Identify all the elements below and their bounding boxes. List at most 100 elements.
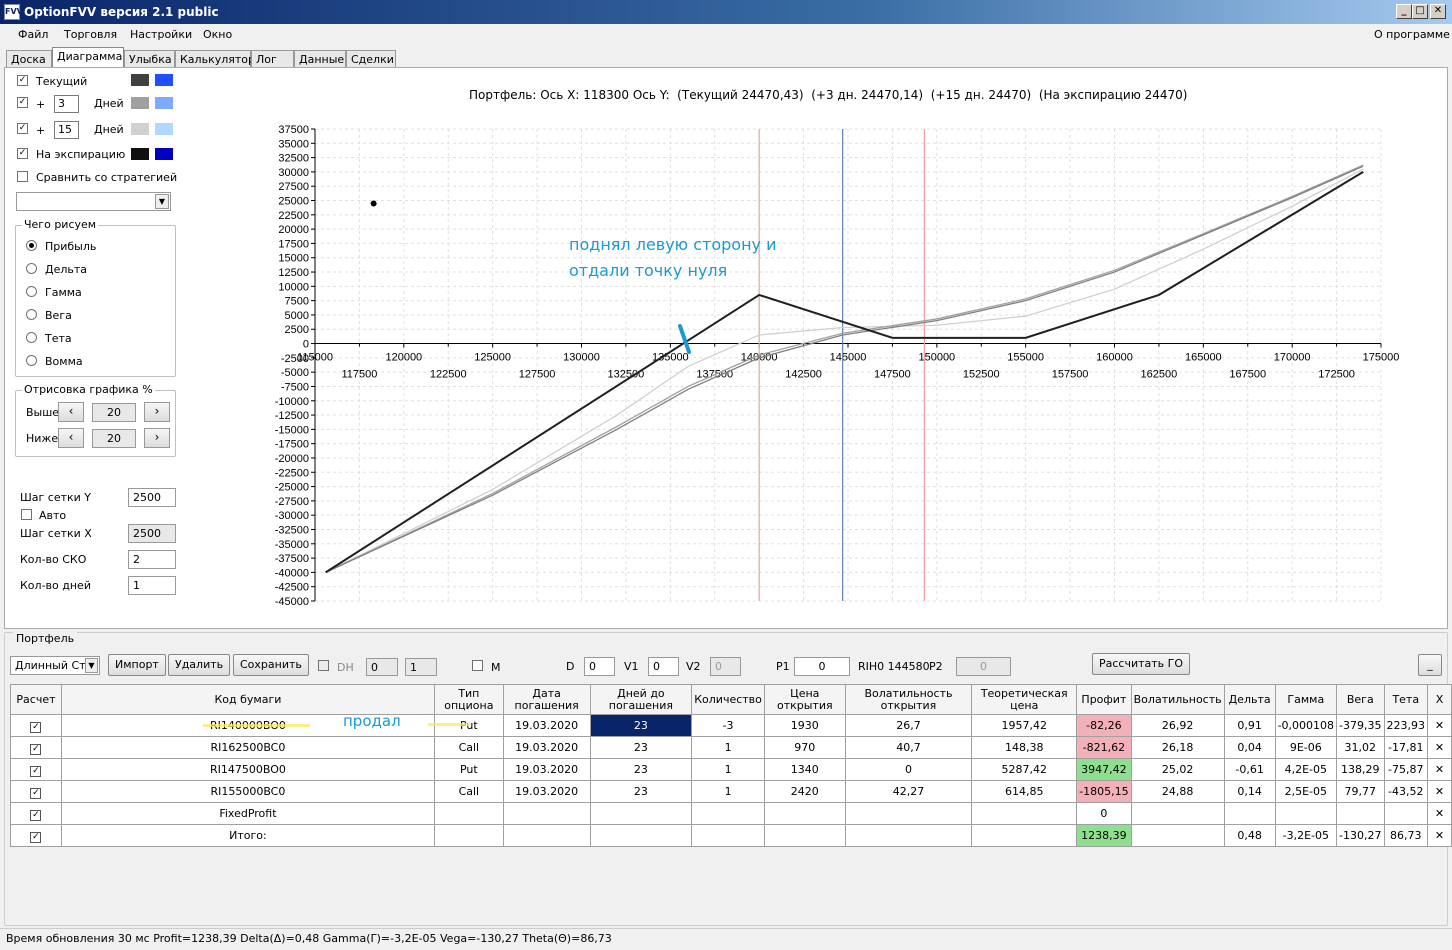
cell-vega[interactable]: 138,29 bbox=[1336, 758, 1385, 781]
cell-price[interactable] bbox=[763, 824, 846, 847]
cell-delta[interactable]: 0,14 bbox=[1223, 780, 1276, 803]
cell-profit[interactable]: 1238,39 bbox=[1076, 824, 1132, 847]
cell-theo[interactable] bbox=[971, 802, 1078, 825]
cell-vol-open[interactable]: 42,27 bbox=[844, 780, 973, 803]
col-date[interactable]: Дата погашения bbox=[502, 684, 591, 715]
row-calc-checkbox[interactable]: ✓ bbox=[10, 714, 62, 737]
cell-type[interactable]: Call bbox=[433, 780, 504, 803]
d-input[interactable]: 0 bbox=[584, 657, 615, 676]
cell-vega[interactable] bbox=[1336, 802, 1385, 825]
cell-price[interactable] bbox=[763, 802, 846, 825]
cell-qty[interactable] bbox=[691, 824, 765, 847]
col-gamma[interactable]: Гамма bbox=[1274, 684, 1338, 715]
minimize-icon[interactable]: _ bbox=[1396, 4, 1412, 19]
menu-window[interactable]: Окно bbox=[203, 28, 232, 41]
table-row[interactable]: ✓ FixedProfit 0 ✕ bbox=[10, 802, 1452, 825]
cell-vol[interactable]: 24,88 bbox=[1130, 780, 1225, 803]
cell-date[interactable] bbox=[502, 824, 591, 847]
cell-code[interactable]: RI155000BC0 bbox=[60, 780, 435, 803]
cell-theta[interactable]: -75,87 bbox=[1383, 758, 1429, 781]
cell-days[interactable]: 23 bbox=[589, 780, 693, 803]
dh-spin-1[interactable]: 0 bbox=[366, 658, 398, 676]
cell-date[interactable]: 19.03.2020 bbox=[502, 736, 591, 759]
menu-file[interactable]: Файл bbox=[18, 28, 48, 41]
row-calc-checkbox[interactable]: ✓ bbox=[10, 802, 62, 825]
cell-theo[interactable]: 148,38 bbox=[971, 736, 1078, 759]
dh-checkbox[interactable] bbox=[318, 660, 329, 671]
cell-delta[interactable]: 0,48 bbox=[1223, 824, 1276, 847]
dh-spin-2[interactable]: 1 bbox=[405, 658, 437, 676]
cell-price[interactable]: 970 bbox=[763, 736, 846, 759]
cell-vol[interactable]: 26,18 bbox=[1130, 736, 1225, 759]
col-calc[interactable]: Расчет bbox=[10, 684, 62, 715]
import-button[interactable]: Импорт bbox=[108, 654, 166, 676]
cell-qty[interactable]: -3 bbox=[691, 714, 765, 737]
cell-code[interactable]: RI147500BO0 bbox=[60, 758, 435, 781]
cell-type[interactable] bbox=[433, 802, 504, 825]
cell-type[interactable]: Call bbox=[433, 736, 504, 759]
menu-about[interactable]: О программе bbox=[1374, 28, 1450, 41]
row-calc-checkbox[interactable]: ✓ bbox=[10, 758, 62, 781]
cell-days[interactable] bbox=[589, 802, 693, 825]
cell-gamma[interactable]: 2,5E-05 bbox=[1274, 780, 1338, 803]
maximize-icon[interactable]: □ bbox=[1412, 4, 1428, 19]
cell-delta[interactable] bbox=[1223, 802, 1276, 825]
remove-row-icon[interactable]: ✕ bbox=[1427, 802, 1452, 825]
p2-input[interactable]: 0 bbox=[956, 657, 1011, 676]
remove-row-icon[interactable]: ✕ bbox=[1427, 780, 1452, 803]
cell-gamma[interactable]: -3,2E-05 bbox=[1274, 824, 1338, 847]
cell-days[interactable] bbox=[589, 824, 693, 847]
cell-theta[interactable]: 86,73 bbox=[1383, 824, 1429, 847]
remove-row-icon[interactable]: ✕ bbox=[1427, 824, 1452, 847]
panel-minimize-button[interactable]: _ bbox=[1418, 654, 1442, 676]
tab-smile[interactable]: Улыбка bbox=[124, 50, 175, 68]
cell-theo[interactable]: 1957,42 bbox=[971, 714, 1078, 737]
cell-qty[interactable] bbox=[691, 802, 765, 825]
calc-go-button[interactable]: Рассчитать ГО bbox=[1092, 653, 1191, 675]
tab-deals[interactable]: Сделки bbox=[346, 50, 396, 68]
row-calc-checkbox[interactable]: ✓ bbox=[10, 736, 62, 759]
cell-code[interactable]: RI162500BC0 bbox=[60, 736, 435, 759]
cell-date[interactable]: 19.03.2020 bbox=[502, 780, 591, 803]
cell-type[interactable] bbox=[433, 824, 504, 847]
col-delta[interactable]: Дельта bbox=[1223, 684, 1276, 715]
cell-profit[interactable]: 0 bbox=[1076, 802, 1132, 825]
col-theo[interactable]: Теоретическая цена bbox=[971, 684, 1078, 715]
cell-theo[interactable]: 5287,42 bbox=[971, 758, 1078, 781]
cell-days[interactable]: 23 bbox=[589, 736, 693, 759]
cell-days[interactable]: 23 bbox=[589, 714, 693, 737]
table-row[interactable]: ✓ RI155000BC0 Call 19.03.2020 23 1 2420 42,27 61… bbox=[10, 780, 1452, 803]
table-row[interactable]: ✓ RI162500BC0 Call 19.03.2020 23 1 970 40,7 148,… bbox=[10, 736, 1452, 759]
cell-price[interactable]: 1340 bbox=[763, 758, 846, 781]
cell-qty[interactable]: 1 bbox=[691, 758, 765, 781]
remove-row-icon[interactable]: ✕ bbox=[1427, 736, 1452, 759]
cell-days[interactable]: 23 bbox=[589, 758, 693, 781]
menu-settings[interactable]: Настройки bbox=[130, 28, 192, 41]
tab-board[interactable]: Доска bbox=[6, 50, 52, 68]
strategy-type-select[interactable]: Длинный Стр ▼ bbox=[10, 656, 100, 675]
close-icon[interactable]: ✕ bbox=[1430, 4, 1446, 19]
cell-profit[interactable]: -1805,15 bbox=[1076, 780, 1132, 803]
cell-gamma[interactable]: 9E-06 bbox=[1274, 736, 1338, 759]
cell-code[interactable]: FixedProfit bbox=[60, 802, 435, 825]
cell-qty[interactable]: 1 bbox=[691, 736, 765, 759]
cell-vega[interactable]: -379,35 bbox=[1336, 714, 1385, 737]
cell-vol[interactable]: 25,02 bbox=[1130, 758, 1225, 781]
row-calc-checkbox[interactable]: ✓ bbox=[10, 824, 62, 847]
cell-price[interactable]: 1930 bbox=[763, 714, 846, 737]
cell-vol[interactable]: 26,92 bbox=[1130, 714, 1225, 737]
cell-gamma[interactable]: 4,2E-05 bbox=[1274, 758, 1338, 781]
cell-vega[interactable]: 79,77 bbox=[1336, 780, 1385, 803]
cell-profit[interactable]: -821,62 bbox=[1076, 736, 1132, 759]
remove-row-icon[interactable]: ✕ bbox=[1427, 758, 1452, 781]
cell-theta[interactable] bbox=[1383, 802, 1429, 825]
tab-log[interactable]: Лог bbox=[251, 50, 294, 68]
cell-vol-open[interactable] bbox=[844, 824, 973, 847]
cell-theta[interactable]: -43,52 bbox=[1383, 780, 1429, 803]
remove-row-icon[interactable]: ✕ bbox=[1427, 714, 1452, 737]
cell-vol[interactable] bbox=[1130, 802, 1225, 825]
cell-vol[interactable] bbox=[1130, 824, 1225, 847]
table-row[interactable]: ✓ RI147500BO0 Put 19.03.2020 23 1 1340 0 5287,42… bbox=[10, 758, 1452, 781]
cell-delta[interactable]: 0,04 bbox=[1223, 736, 1276, 759]
cell-theo[interactable]: 614,85 bbox=[971, 780, 1078, 803]
